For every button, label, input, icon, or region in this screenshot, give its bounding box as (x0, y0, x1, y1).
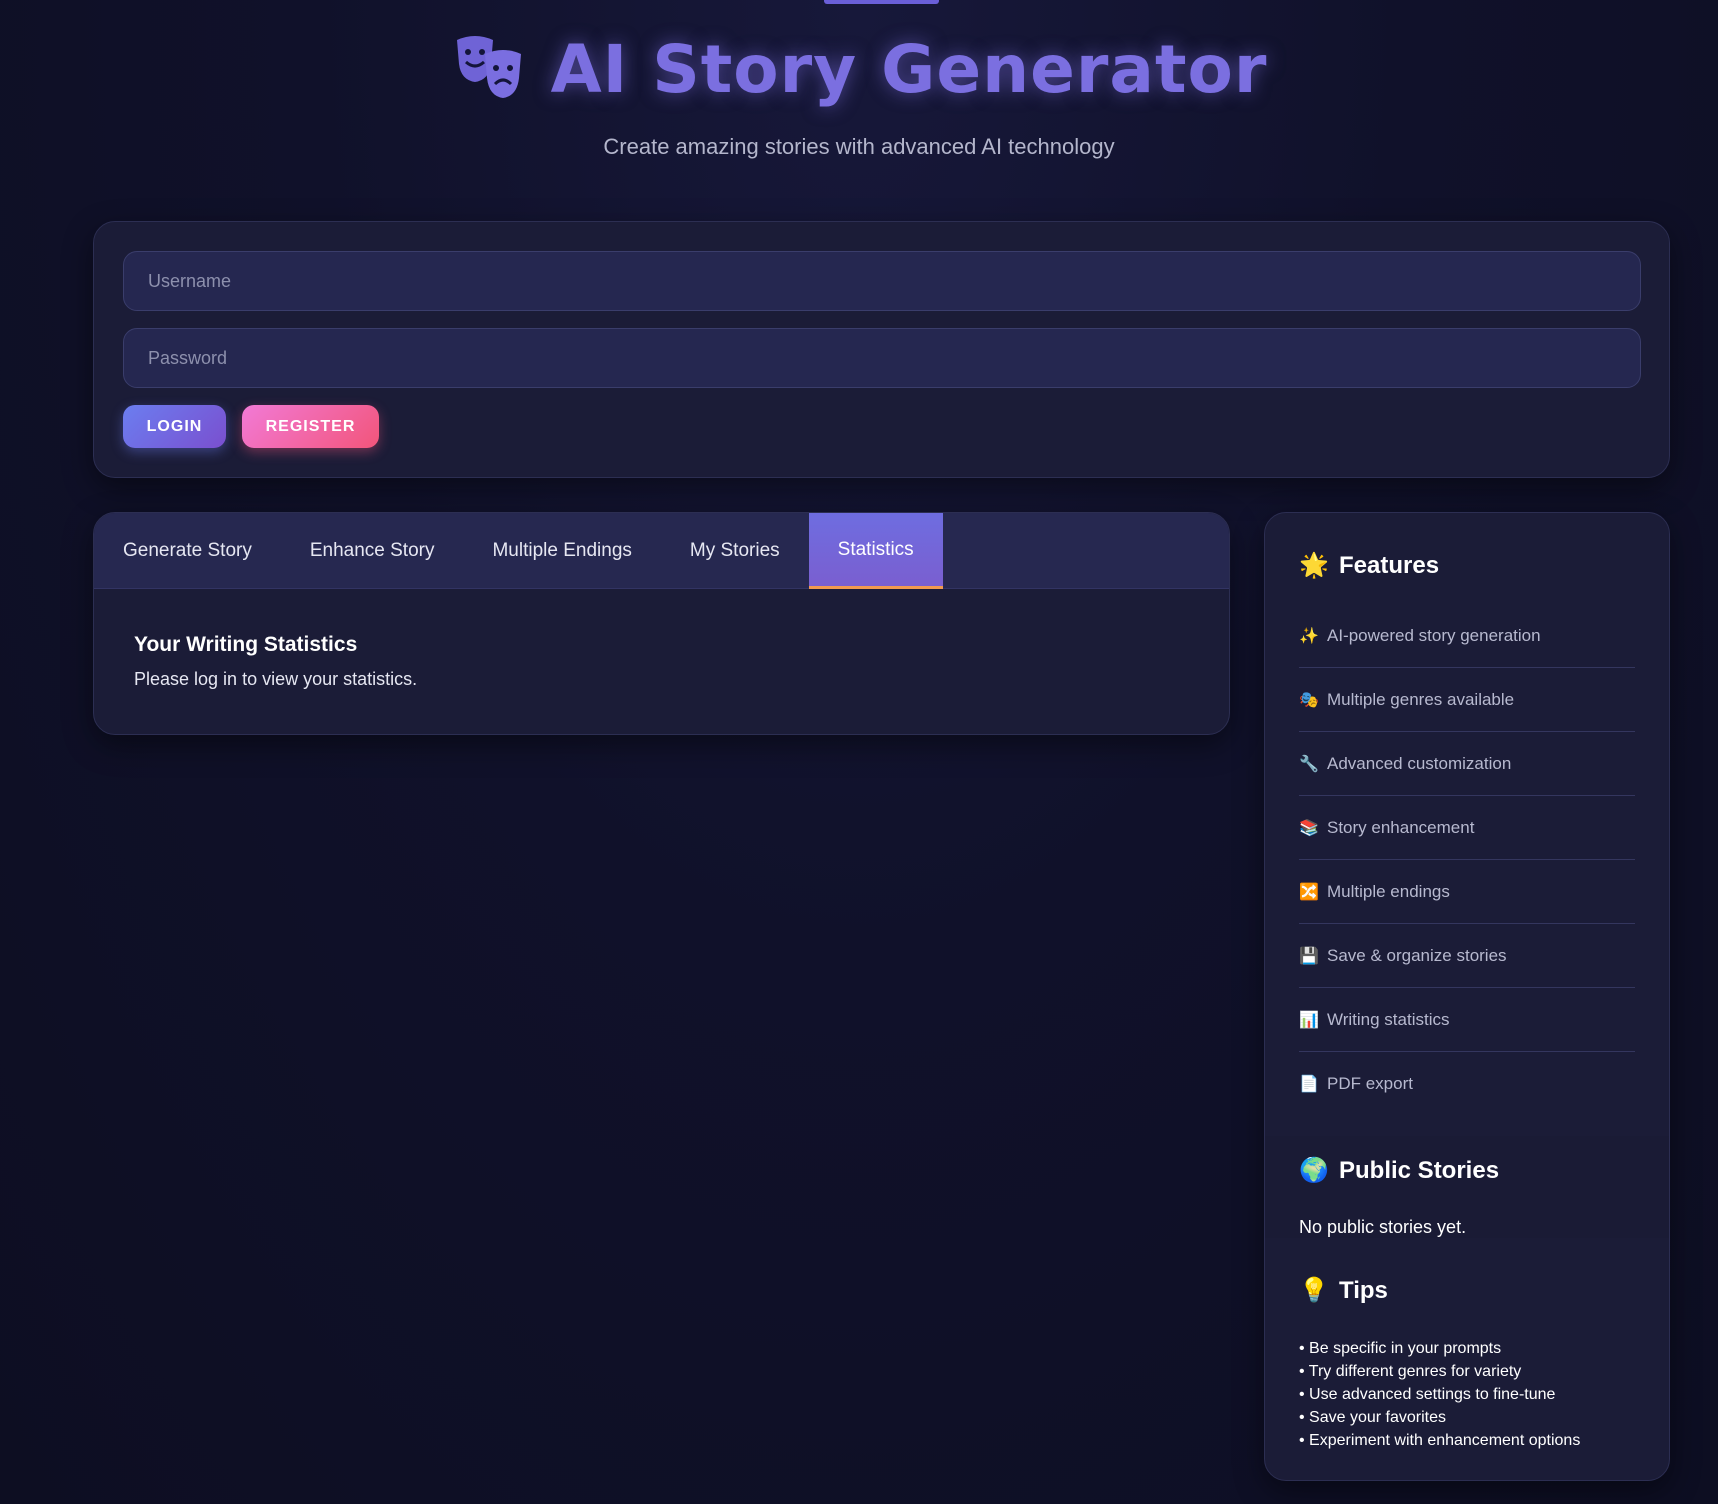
features-title: Features (1339, 551, 1440, 579)
public-stories-empty: No public stories yet. (1299, 1217, 1467, 1237)
theater-masks-icon: 🎭 (1299, 691, 1319, 709)
tip-item: Save your favorites (1299, 1406, 1635, 1429)
register-button[interactable]: REGISTER (242, 405, 379, 448)
feature-item: 🔧 Advanced customization (1299, 732, 1635, 796)
star-icon: 🌟 (1299, 552, 1329, 579)
username-input[interactable] (123, 251, 1641, 311)
statistics-title: Your Writing Statistics (134, 633, 358, 656)
lightbulb-icon: 💡 (1299, 1277, 1329, 1304)
statistics-panel: Your Writing Statistics Please log in to… (94, 589, 1229, 734)
password-input[interactable] (123, 328, 1641, 388)
books-icon: 📚 (1299, 819, 1319, 837)
feature-item: ✨ AI-powered story generation (1299, 604, 1635, 668)
title-row: AI Story Generator (0, 30, 1718, 108)
features-section: 🌟 Features ✨ AI-powered story generation… (1265, 513, 1669, 1136)
features-heading: 🌟 Features (1299, 551, 1635, 580)
feature-label: Save & organize stories (1327, 945, 1507, 965)
login-button[interactable]: LOGIN (123, 405, 226, 448)
statistics-message: Please log in to view your statistics. (134, 669, 418, 689)
tips-list: Be specific in your prompts Try differen… (1299, 1337, 1635, 1452)
tab-my-stories[interactable]: My Stories (661, 513, 809, 589)
tip-item: Use advanced settings to fine-tune (1299, 1383, 1635, 1406)
tips-section: 💡 Tips Be specific in your prompts Try d… (1265, 1238, 1669, 1452)
public-stories-heading: 🌍 Public Stories (1299, 1156, 1635, 1185)
feature-label: Writing statistics (1327, 1009, 1450, 1029)
feature-item: 🎭 Multiple genres available (1299, 668, 1635, 732)
feature-label: Advanced customization (1327, 753, 1512, 773)
tips-heading: 💡 Tips (1299, 1276, 1635, 1305)
floppy-disk-icon: 💾 (1299, 947, 1319, 965)
feature-label: AI-powered story generation (1327, 625, 1541, 645)
tab-bar: Generate Story Enhance Story Multiple En… (94, 513, 1229, 589)
page-header: AI Story Generator Create amazing storie… (0, 30, 1718, 160)
tab-statistics[interactable]: Statistics (808, 513, 943, 589)
auth-card: LOGIN REGISTER (93, 221, 1670, 478)
feature-list: ✨ AI-powered story generation 🎭 Multiple… (1299, 604, 1635, 1116)
feature-label: PDF export (1327, 1074, 1413, 1093)
tip-item: Be specific in your prompts (1299, 1337, 1635, 1360)
feature-label: Multiple genres available (1327, 689, 1515, 709)
feature-item: 📚 Story enhancement (1299, 796, 1635, 860)
tips-title: Tips (1339, 1276, 1388, 1304)
tab-generate-story[interactable]: Generate Story (94, 513, 281, 589)
feature-item: 💾 Save & organize stories (1299, 924, 1635, 988)
tip-item: Experiment with enhancement options (1299, 1429, 1635, 1452)
sparkles-icon: ✨ (1299, 627, 1319, 645)
feature-item: 🔀 Multiple endings (1299, 860, 1635, 924)
main-card: Generate Story Enhance Story Multiple En… (93, 512, 1230, 735)
tab-multiple-endings[interactable]: Multiple Endings (463, 513, 660, 589)
public-stories-section: 🌍 Public Stories No public stories yet. (1265, 1136, 1669, 1238)
globe-icon: 🌍 (1299, 1157, 1329, 1184)
shuffle-icon: 🔀 (1299, 883, 1319, 901)
wrench-icon: 🔧 (1299, 755, 1319, 773)
top-accent-bar (824, 0, 939, 4)
tab-enhance-story[interactable]: Enhance Story (281, 513, 464, 589)
feature-item: 📄 PDF export (1299, 1052, 1635, 1116)
feature-label: Multiple endings (1327, 881, 1450, 901)
document-icon: 📄 (1299, 1076, 1319, 1093)
page-title: AI Story Generator (550, 30, 1268, 108)
tip-item: Try different genres for variety (1299, 1360, 1635, 1383)
feature-item: 📊 Writing statistics (1299, 988, 1635, 1052)
bar-chart-icon: 📊 (1299, 1011, 1319, 1029)
sidebar: 🌟 Features ✨ AI-powered story generation… (1264, 512, 1670, 1481)
feature-label: Story enhancement (1327, 817, 1475, 837)
page-subtitle: Create amazing stories with advanced AI … (603, 134, 1115, 159)
theater-masks-icon (451, 30, 529, 108)
public-stories-title: Public Stories (1339, 1156, 1500, 1184)
